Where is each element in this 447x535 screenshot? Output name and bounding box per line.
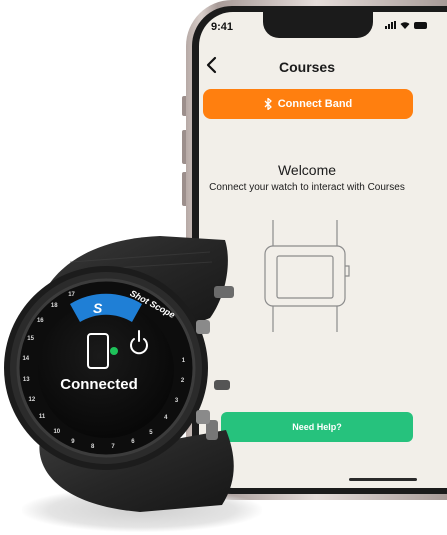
- bezel-number: 18: [50, 303, 58, 310]
- bezel-number: 1: [181, 358, 186, 365]
- bezel-number: 5: [149, 429, 153, 436]
- bezel-number: 7: [111, 444, 115, 451]
- bezel-number: 9: [71, 438, 75, 445]
- bezel-number: 12: [28, 396, 36, 403]
- bezel-number: 16: [36, 318, 44, 325]
- bezel-number: 3: [174, 398, 179, 405]
- watch-status-text: Connected: [60, 376, 138, 393]
- bezel-number: 8: [90, 444, 95, 451]
- bezel-number: 15: [27, 336, 34, 343]
- watch-logo-letter: S: [93, 300, 103, 316]
- bezel-number: 11: [38, 414, 46, 421]
- smartwatch: [4, 236, 234, 512]
- bezel-number: 10: [53, 428, 61, 435]
- bezel-number: 2: [180, 378, 185, 385]
- bezel-number: 13: [22, 376, 30, 383]
- bezel-number: 17: [68, 292, 75, 299]
- bezel-number: 6: [131, 439, 135, 446]
- bezel-number: 14: [22, 356, 30, 363]
- connected-status-dot: [110, 347, 118, 355]
- bezel-number: 4: [164, 415, 168, 422]
